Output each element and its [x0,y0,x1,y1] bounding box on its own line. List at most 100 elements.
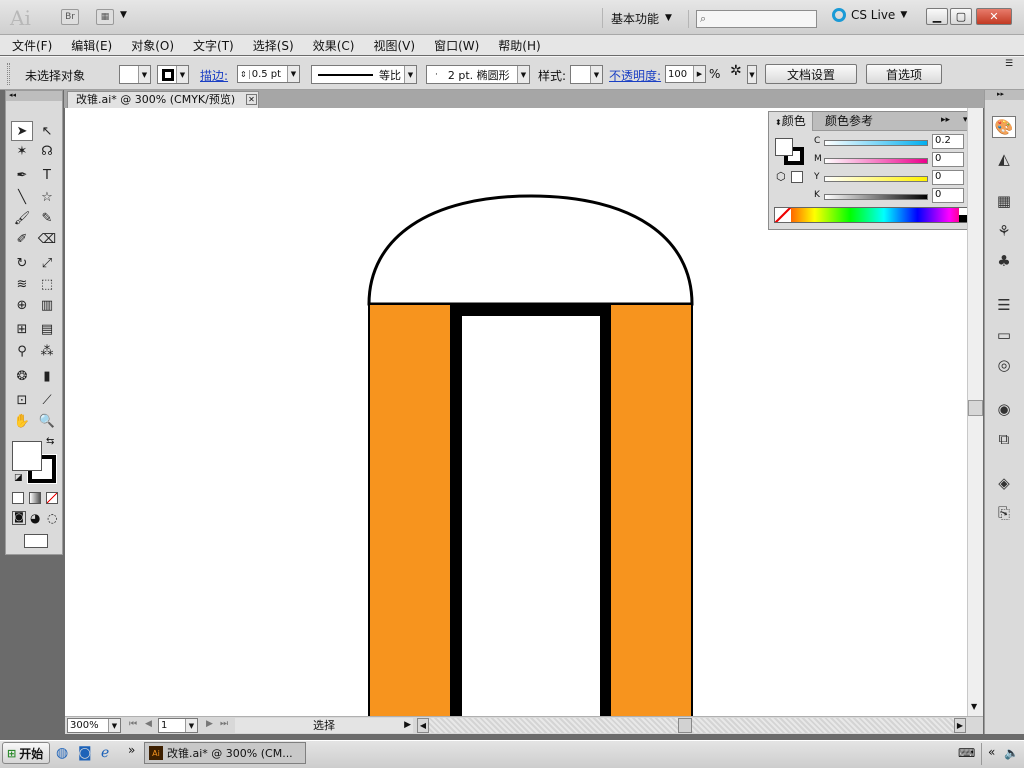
tab-color-guide[interactable]: 颜色参考 [819,112,879,131]
appearance-icon[interactable]: ◉ [992,398,1016,420]
gradient-mode-icon[interactable] [29,492,41,504]
horizontal-scroll-thumb[interactable] [678,718,692,733]
left-orange-handle[interactable] [368,303,452,716]
taskbar-illustrator-window[interactable]: Ai 改锥.ai* @ 300% (CM... [144,742,306,764]
panel-fill-swatch[interactable] [775,138,793,156]
collapse-tray-icon[interactable]: « [988,745,995,759]
selection-tool-icon[interactable]: ➤ [11,121,33,141]
right-orange-handle[interactable] [609,303,693,716]
artboard-field[interactable]: 1 ▼ [158,718,198,733]
fill-swatch-dropdown[interactable]: ▼ [119,65,151,84]
menu-edit[interactable]: 编辑(E) [71,37,112,54]
workspace-switcher[interactable]: 基本功能 ▼ [602,8,684,28]
stepper-icon[interactable]: ⇕ [238,69,250,79]
star-tool-icon[interactable]: ☆ [36,187,58,207]
start-button[interactable]: ⊞ 开始 [2,742,50,764]
document-setup-button[interactable]: 文档设置 [765,64,857,84]
minimize-button[interactable]: ▁ [926,8,948,25]
expand-panel-icon[interactable]: ▸▸ [941,115,950,125]
blend-tool-icon[interactable]: ⁂ [36,341,58,361]
color-spectrum-bar[interactable] [774,207,974,223]
menu-effect[interactable]: 效果(C) [313,37,355,54]
web-safe-swatch[interactable] [791,171,803,183]
eraser-tool-icon[interactable]: ⌫ [36,229,58,249]
stroke-swatch-dropdown[interactable]: ▼ [157,65,189,84]
menu-type[interactable]: 文字(T) [193,37,234,54]
recolor-artwork-icon[interactable]: ✲ [730,63,742,79]
color-guide-icon[interactable]: ◭ [992,148,1016,170]
recolor-dropdown[interactable]: ▼ [747,65,757,84]
swap-colors-icon[interactable]: ⇆ [46,436,54,447]
search-input[interactable]: ⌕ [696,10,817,28]
symbols-icon[interactable]: ♣ [992,250,1016,272]
warp-tool-icon[interactable]: ≋ [11,274,33,294]
graphic-styles-icon[interactable]: ⧉ [992,428,1016,450]
pencil-tool-icon[interactable]: ✎ [36,208,58,228]
free-transform-tool-icon[interactable]: ⬚ [36,274,58,294]
magic-wand-tool-icon[interactable]: ✶ [11,141,33,161]
direct-selection-tool-icon[interactable]: ↖ [36,121,58,141]
preferences-button[interactable]: 首选项 [866,64,942,84]
collapse-panel-icon[interactable]: ◂◂ [6,91,62,101]
quicklaunch-app-icon[interactable]: ◙ [78,745,92,761]
horizontal-scroll-track[interactable] [429,718,954,733]
screwdriver-dome-shape[interactable] [367,194,694,306]
color-mode-icon[interactable] [12,492,24,504]
blob-brush-tool-icon[interactable]: ✐ [11,229,33,249]
close-tab-icon[interactable]: ✕ [246,94,257,105]
arrange-documents-icon[interactable]: ▦ [96,9,114,25]
menu-file[interactable]: 文件(F) [12,37,52,54]
artboards-icon[interactable]: ⎘ [992,502,1016,524]
layers-icon[interactable]: ◈ [992,472,1016,494]
next-artboard-icon[interactable]: ▶ [206,719,213,729]
default-colors-icon[interactable]: ◪ [14,473,23,483]
gradient-icon[interactable]: ▭ [992,324,1016,346]
variable-width-profile[interactable]: 等比 ▼ [311,65,417,84]
hand-tool-icon[interactable]: ✋ [11,411,33,431]
expand-dock-icon[interactable]: ▸▸ [985,90,1024,100]
perspective-grid-tool-icon[interactable]: ▥ [36,295,58,315]
stroke-icon[interactable]: ☰ [992,294,1016,316]
cs-live-menu[interactable]: CS Live ▼ [832,8,907,22]
close-button[interactable]: ✕ [976,8,1012,25]
none-swatch-icon[interactable] [775,208,791,222]
brushes-icon[interactable]: ⚘ [992,220,1016,242]
draw-normal-icon[interactable]: ◙ [12,511,26,525]
zoom-tool-icon[interactable]: 🔍 [36,411,58,431]
menu-select[interactable]: 选择(S) [253,37,294,54]
screen-mode-icon[interactable] [24,534,48,548]
opacity-field[interactable]: 100 ▶ [665,65,706,83]
black-value[interactable]: 0 [932,188,964,203]
mesh-tool-icon[interactable]: ⊞ [11,319,33,339]
vertical-scroll-thumb[interactable] [968,400,983,416]
gradient-tool-icon[interactable]: ▤ [36,319,58,339]
menu-view[interactable]: 视图(V) [373,37,415,54]
draw-behind-icon[interactable]: ◕ [30,511,40,525]
none-mode-icon[interactable] [46,492,58,504]
type-tool-icon[interactable]: T [36,165,58,185]
menu-window[interactable]: 窗口(W) [434,37,479,54]
tab-color[interactable]: ⬍颜色 [769,112,813,131]
scroll-down-icon[interactable]: ▼ [971,702,977,711]
document-tab[interactable]: 改锥.ai* @ 300% (CMYK/预览) ✕ [67,91,259,108]
scroll-left-icon[interactable]: ◀ [417,718,429,733]
graph-tool-icon[interactable]: ▮ [36,366,58,386]
transparency-icon[interactable]: ◎ [992,354,1016,376]
cyan-value[interactable]: 0.2 [932,134,964,149]
pen-tool-icon[interactable]: ✒ [11,165,33,185]
maximize-button[interactable]: ▢ [950,8,972,25]
keyboard-icon[interactable]: ⌨ [958,746,975,760]
first-artboard-icon[interactable]: ⏮ [129,719,137,729]
lasso-tool-icon[interactable]: ☊ [36,141,58,161]
graphic-style-dropdown[interactable]: ▼ [570,65,603,84]
fill-color-swatch[interactable] [12,441,42,471]
line-tool-icon[interactable]: ╲ [11,187,33,207]
artboard-tool-icon[interactable]: ⊡ [11,390,33,410]
volume-icon[interactable]: 🔈 [1004,746,1019,760]
magenta-value[interactable]: 0 [932,152,964,167]
eyedropper-tool-icon[interactable]: ⚲ [11,341,33,361]
quicklaunch-ie-icon[interactable]: ℯ [101,745,109,761]
previous-artboard-icon[interactable]: ◀ [145,719,152,729]
shape-builder-tool-icon[interactable]: ⊕ [11,295,33,315]
grip-handle[interactable] [7,63,10,85]
